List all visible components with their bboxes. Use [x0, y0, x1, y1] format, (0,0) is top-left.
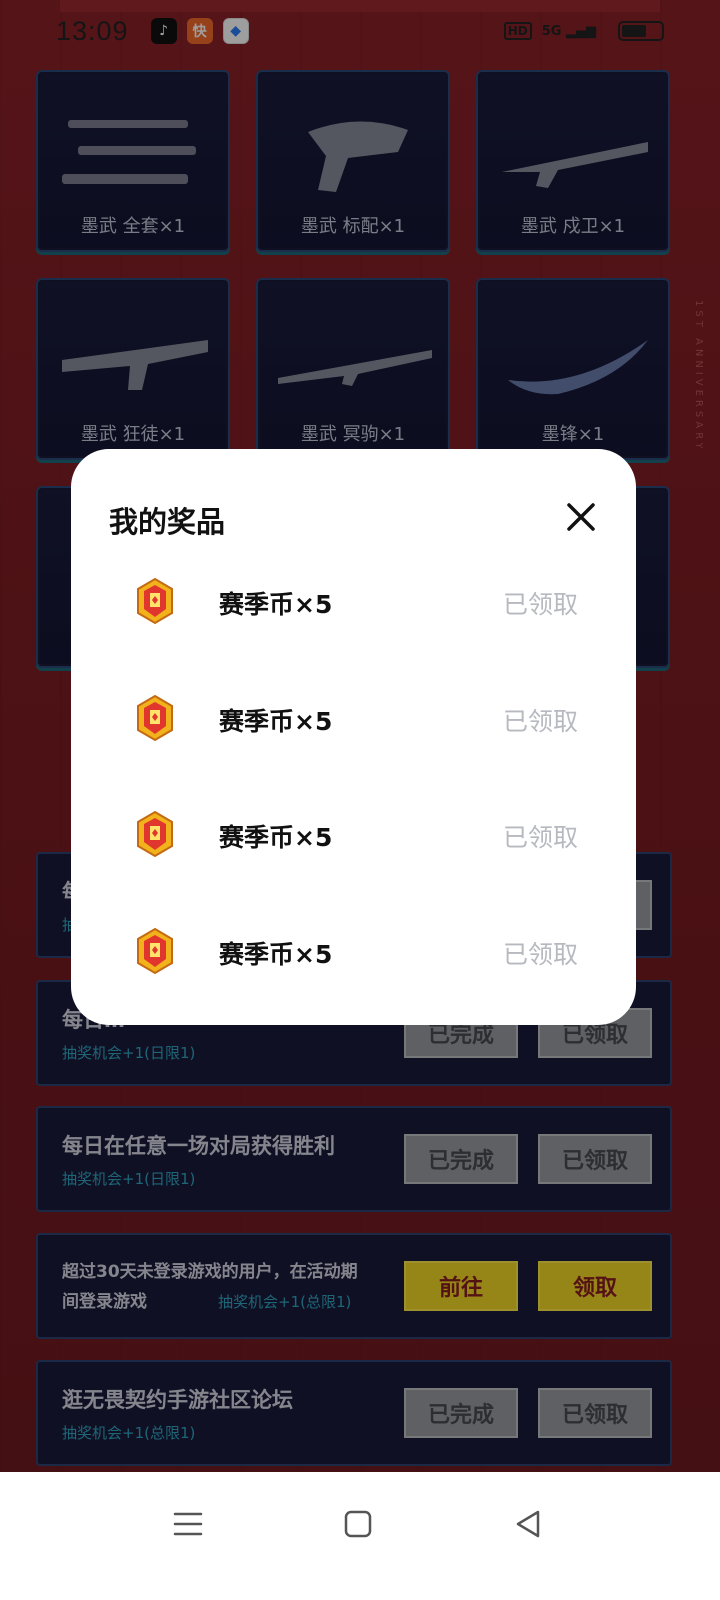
prize-status: 已领取	[502, 707, 578, 736]
my-prizes-dialog: 我的奖品 赛季币×5 已领取 赛季币×5 已领取 赛季币×5 已领取 赛季币×5…	[71, 449, 636, 1025]
season-coin-icon	[137, 810, 173, 858]
home-icon	[344, 1510, 372, 1538]
system-nav-bar	[0, 1472, 720, 1600]
close-icon	[567, 503, 595, 531]
prize-status: 已领取	[502, 940, 578, 969]
prize-name: 赛季币×5	[219, 940, 333, 969]
prize-list-item: 赛季币×5 已领取	[71, 561, 636, 641]
triangle-back-icon	[516, 1510, 540, 1538]
prize-list-item: 赛季币×5 已领取	[71, 678, 636, 758]
season-coin-icon	[137, 694, 173, 742]
prize-list-item: 赛季币×5 已领取	[71, 911, 636, 991]
close-button[interactable]	[561, 497, 601, 537]
prize-name: 赛季币×5	[219, 707, 333, 736]
dialog-title: 我的奖品	[109, 505, 226, 539]
menu-button[interactable]	[168, 1504, 208, 1544]
season-coin-icon	[137, 927, 173, 975]
prize-name: 赛季币×5	[219, 590, 333, 619]
home-button[interactable]	[338, 1504, 378, 1544]
menu-icon	[173, 1512, 203, 1536]
prize-name: 赛季币×5	[219, 823, 333, 852]
season-coin-icon	[137, 577, 173, 625]
prize-status: 已领取	[502, 590, 578, 619]
prize-list-item: 赛季币×5 已领取	[71, 794, 636, 874]
prize-status: 已领取	[502, 823, 578, 852]
nav-back-button[interactable]	[508, 1504, 548, 1544]
